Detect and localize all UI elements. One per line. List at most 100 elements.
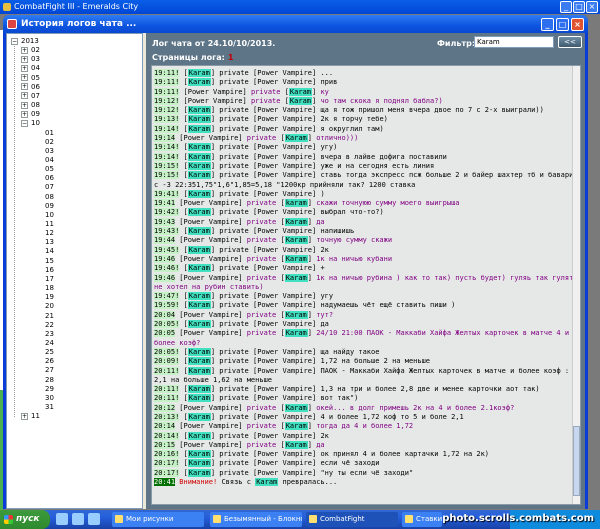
sender-name[interactable]: Karam xyxy=(187,347,211,356)
tree-node-month[interactable]: +06 xyxy=(21,83,40,92)
sender-name[interactable]: Karam xyxy=(187,431,211,440)
tree-node-day[interactable]: 28 xyxy=(45,376,54,385)
filter-input[interactable] xyxy=(474,36,554,48)
taskbar-task[interactable]: Безымянный - Блокнот xyxy=(210,512,302,527)
recipient-name[interactable]: Karam xyxy=(284,236,308,245)
recipient-name[interactable]: Power Vampire xyxy=(257,190,312,198)
sender-name[interactable]: Karam xyxy=(187,459,211,468)
quick-launch-icon[interactable] xyxy=(56,513,68,525)
tree-node-day[interactable]: 30 xyxy=(45,394,54,403)
tree-node-day[interactable]: 11 xyxy=(45,220,54,229)
recipient-name[interactable]: Power Vampire xyxy=(257,432,312,440)
recipient-name[interactable]: Power Vampire xyxy=(257,115,312,123)
start-button[interactable]: пуск xyxy=(0,510,50,529)
expand-icon[interactable]: + xyxy=(21,110,28,118)
sender-name[interactable]: Power Vampire xyxy=(184,255,239,263)
sender-name[interactable]: Karam xyxy=(187,171,211,180)
recipient-name[interactable]: Karam xyxy=(284,217,308,226)
recipient-name[interactable]: Power Vampire xyxy=(257,125,312,133)
taskbar-task[interactable]: CombatFight xyxy=(306,512,398,527)
log-scrollbar[interactable] xyxy=(572,66,580,504)
sender-name[interactable]: Karam xyxy=(187,394,211,403)
chat-log-title-bar[interactable]: История логов чата ... _ □ × xyxy=(3,15,588,33)
recipient-name[interactable]: Power Vampire xyxy=(257,301,312,309)
recipient-name[interactable]: Karam xyxy=(284,254,308,263)
tree-node-day[interactable]: 16 xyxy=(45,266,54,275)
tree-node-day[interactable]: 14 xyxy=(45,247,54,256)
tree-node-month[interactable]: +11 xyxy=(21,412,40,421)
sender-name[interactable]: Power Vampire xyxy=(184,404,239,412)
sender-name[interactable]: Power Vampire xyxy=(184,274,239,282)
tree-node-day[interactable]: 18 xyxy=(45,284,54,293)
sender-name[interactable]: Karam xyxy=(187,152,211,161)
recipient-name[interactable]: Karam xyxy=(288,87,312,96)
sender-name[interactable]: Karam xyxy=(187,227,211,236)
sender-name[interactable]: Power Vampire xyxy=(184,218,239,226)
sender-name[interactable]: Karam xyxy=(187,115,211,124)
recipient-name[interactable]: Karam xyxy=(284,273,308,282)
recipient-name[interactable]: Power Vampire xyxy=(257,394,312,402)
tree-node-month[interactable]: +07 xyxy=(21,92,40,101)
close-icon[interactable]: × xyxy=(571,18,584,31)
sender-name[interactable]: Karam xyxy=(187,357,211,366)
tree-node-day[interactable]: 12 xyxy=(45,229,54,238)
recipient-name[interactable]: Power Vampire xyxy=(257,469,312,477)
sender-name[interactable]: Karam xyxy=(187,412,211,421)
expand-icon[interactable]: + xyxy=(21,83,28,91)
sender-name[interactable]: Karam xyxy=(187,124,211,133)
sender-name[interactable]: Karam xyxy=(187,450,211,459)
recipient-name[interactable]: Power Vampire xyxy=(257,208,312,216)
sender-name[interactable]: Power Vampire xyxy=(184,329,239,337)
quick-launch-icon[interactable] xyxy=(72,513,84,525)
recipient-name[interactable]: Power Vampire xyxy=(257,385,312,393)
taskbar-task[interactable]: Ставки xyxy=(402,512,442,527)
recipient-name[interactable]: Karam xyxy=(284,134,308,143)
filter-back-button[interactable]: << xyxy=(558,36,582,48)
tree-node-day[interactable]: 27 xyxy=(45,366,54,375)
sender-name[interactable]: Karam xyxy=(187,189,211,198)
tree-node-day[interactable]: 20 xyxy=(45,302,54,311)
expand-icon[interactable]: + xyxy=(21,92,28,100)
tree-node-day[interactable]: 05 xyxy=(45,165,54,174)
recipient-name[interactable]: karam xyxy=(284,199,308,208)
tree-node-day[interactable]: 31 xyxy=(45,403,54,412)
recipient-name[interactable]: Power Vampire xyxy=(257,348,312,356)
recipient-name[interactable]: Karam xyxy=(288,96,312,105)
sender-name[interactable]: Karam xyxy=(187,264,211,273)
minimize-icon[interactable]: _ xyxy=(560,1,572,13)
page-link[interactable]: 1 xyxy=(228,53,234,62)
recipient-name[interactable]: Power Vampire xyxy=(257,357,312,365)
recipient-name[interactable]: Power Vampire xyxy=(257,143,312,151)
recipient-name[interactable]: Karam xyxy=(284,329,308,338)
expand-icon[interactable]: + xyxy=(21,412,28,420)
recipient-name[interactable]: Power Vampire xyxy=(257,78,312,86)
tree-node-month[interactable]: +03 xyxy=(21,55,40,64)
expand-icon[interactable]: + xyxy=(21,46,28,54)
tree-node-month[interactable]: +04 xyxy=(21,64,40,73)
recipient-name[interactable]: Power Vampire xyxy=(257,171,312,179)
maximize-icon[interactable]: □ xyxy=(556,18,569,31)
sender-name[interactable]: Power Vampire xyxy=(184,311,239,319)
tree-node-day[interactable]: 23 xyxy=(45,330,54,339)
sender-name[interactable]: Karam xyxy=(187,69,211,77)
tree-node-month[interactable]: +09 xyxy=(21,110,40,119)
recipient-name[interactable]: Power Vampire xyxy=(257,459,312,467)
sender-name[interactable]: Karam xyxy=(187,245,211,254)
sender-name[interactable]: Karam xyxy=(187,468,211,477)
sender-name[interactable]: Karam xyxy=(187,301,211,310)
close-icon[interactable]: × xyxy=(586,1,598,13)
sender-name[interactable]: Power Vampire xyxy=(184,441,239,449)
sender-name[interactable]: Power Vampire xyxy=(184,422,239,430)
expand-icon[interactable]: + xyxy=(21,55,28,63)
tree-node-day[interactable]: 21 xyxy=(45,312,54,321)
recipient-name[interactable]: Power Vampire xyxy=(257,69,312,77)
sender-name[interactable]: Power Vampire xyxy=(184,134,239,142)
tree-node-year[interactable]: −2013 xyxy=(11,37,39,46)
tree-node-day[interactable]: 10 xyxy=(45,211,54,220)
tree-node-day[interactable]: 24 xyxy=(45,339,54,348)
minimize-icon[interactable]: _ xyxy=(541,18,554,31)
tree-node-day[interactable]: 09 xyxy=(45,202,54,211)
sender-name[interactable]: Karam xyxy=(187,143,211,152)
recipient-name[interactable]: Power Vampire xyxy=(257,367,312,375)
sender-name[interactable]: Power Vampire xyxy=(188,97,243,105)
